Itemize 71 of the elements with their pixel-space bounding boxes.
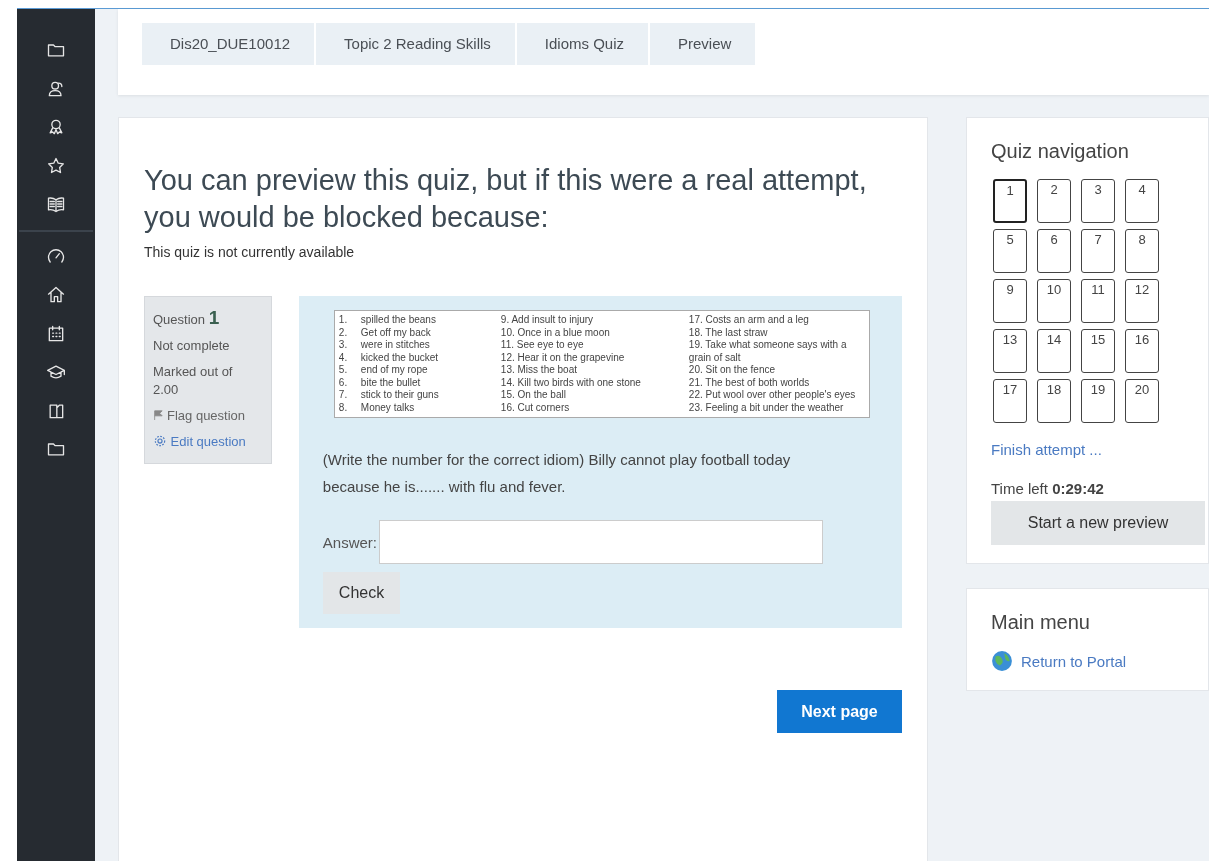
globe-icon (991, 650, 1013, 672)
question-marks: Marked out of 2.00 (153, 363, 234, 399)
idiom-entry: 4. kicked the bucket (338, 351, 440, 364)
check-button[interactable]: Check (322, 572, 401, 614)
idiom-entry: 15. On the ball (500, 389, 567, 402)
idiom-entry: 23. Feeling a bit under the weather (688, 401, 845, 414)
idiom-entry: 17. Costs an arm and a leg (688, 314, 810, 327)
idiom-entry: 11. See eye to eye (500, 339, 585, 352)
question-nav-button[interactable]: 5 (993, 229, 1027, 273)
breadcrumb-item[interactable]: Dis20_DUE10012 (142, 23, 315, 65)
idiom-entry: 22. Put wool over other people's eyes (688, 389, 857, 402)
question-nav-button[interactable]: 6 (1037, 229, 1071, 273)
question-nav-button[interactable]: 2 (1037, 179, 1071, 223)
question-state: Not complete (153, 337, 231, 355)
idiom-entry: 8. Money talks (338, 401, 416, 414)
edit-question-link[interactable]: Edit question (153, 433, 257, 451)
answer-label: Answer: (322, 533, 378, 551)
flag-question-link[interactable]: Flag question (153, 407, 257, 425)
question-text: (Write the number for the correct idiom) Billy cannot play football today because he is....... with flu and fever. (322, 450, 792, 497)
book-icon[interactable] (46, 194, 66, 215)
idiom-entry: 16. Cut corners (500, 401, 571, 414)
calendar-icon[interactable] (46, 323, 66, 344)
question-nav-button[interactable]: 15 (1081, 329, 1115, 373)
breadcrumb-item[interactable]: Preview (650, 23, 756, 65)
return-to-portal-link[interactable]: Return to Portal (1021, 652, 1127, 670)
idiom-entry: 19. Take what someone says with a grain of salt (688, 339, 848, 364)
question-nav-button[interactable]: 9 (993, 279, 1027, 323)
idiom-entry: 9. Add insult to injury (500, 314, 595, 327)
card-title: Main menu (991, 611, 1091, 634)
idiom-entry: 2. Get off my back (338, 326, 432, 339)
question-nav-button[interactable]: 3 (1081, 179, 1115, 223)
start-new-preview-button[interactable]: Start a new preview (991, 501, 1205, 545)
notice-text: This quiz is not currently available (144, 244, 356, 260)
question-nav-button[interactable]: 20 (1125, 379, 1159, 423)
idiom-entry: 10. Once in a blue moon (500, 326, 611, 339)
question-nav-button[interactable]: 14 (1037, 329, 1071, 373)
settings-icon (153, 434, 167, 448)
flag-icon (153, 410, 163, 420)
question-nav-button[interactable]: 11 (1081, 279, 1115, 323)
idiom-entry: 12. Hear it on the grapevine (500, 351, 626, 364)
question-nav-button[interactable]: 18 (1037, 379, 1071, 423)
breadcrumb-item[interactable]: Idioms Quiz (516, 23, 649, 65)
breadcrumb-item[interactable]: Topic 2 Reading Skills (316, 23, 515, 65)
notice-heading: You can preview this quiz, but if this were a real attempt, you would be blocked because: (144, 163, 868, 235)
idiom-entry: 6. bite the bullet (338, 376, 422, 389)
question-nav-button[interactable]: 7 (1081, 229, 1115, 273)
answer-field[interactable] (379, 520, 824, 564)
idiom-entry: 18. The last straw (688, 326, 769, 339)
next-page-button[interactable]: Next page (777, 690, 902, 733)
question-nav-button[interactable]: 17 (993, 379, 1027, 423)
idiom-entry: 14. Kill two birds with one stone (500, 376, 642, 389)
card-title: Quiz navigation (991, 140, 1130, 163)
idiom-entry: 3. were in stitches (338, 339, 431, 352)
idiom-entry: 20. Sit on the fence (688, 364, 776, 377)
question-nav-button[interactable]: 13 (993, 329, 1027, 373)
question-nav-button[interactable]: 4 (1125, 179, 1159, 223)
time-left-text: Time left 0:29:42 (991, 480, 1105, 497)
question-number: Question 1 (153, 307, 221, 329)
idiom-entry: 5. end of my rope (338, 364, 429, 377)
question-nav-button[interactable]: 10 (1037, 279, 1071, 323)
idiom-entry: 7. stick to their guns (338, 389, 440, 402)
idiom-entry: 13. Miss the boat (500, 364, 578, 377)
question-nav-button[interactable]: 1 (993, 179, 1027, 223)
finish-attempt-link[interactable]: Finish attempt ... (991, 441, 1208, 458)
question-nav-button[interactable]: 19 (1081, 379, 1115, 423)
idiom-entry: 1. spilled the beans (338, 314, 437, 327)
star-icon[interactable] (46, 155, 66, 176)
idiom-entry: 21. The best of both worlds (688, 376, 811, 389)
question-nav-button[interactable]: 8 (1125, 229, 1159, 273)
question-nav-button[interactable]: 16 (1125, 329, 1159, 373)
question-nav-button[interactable]: 12 (1125, 279, 1159, 323)
